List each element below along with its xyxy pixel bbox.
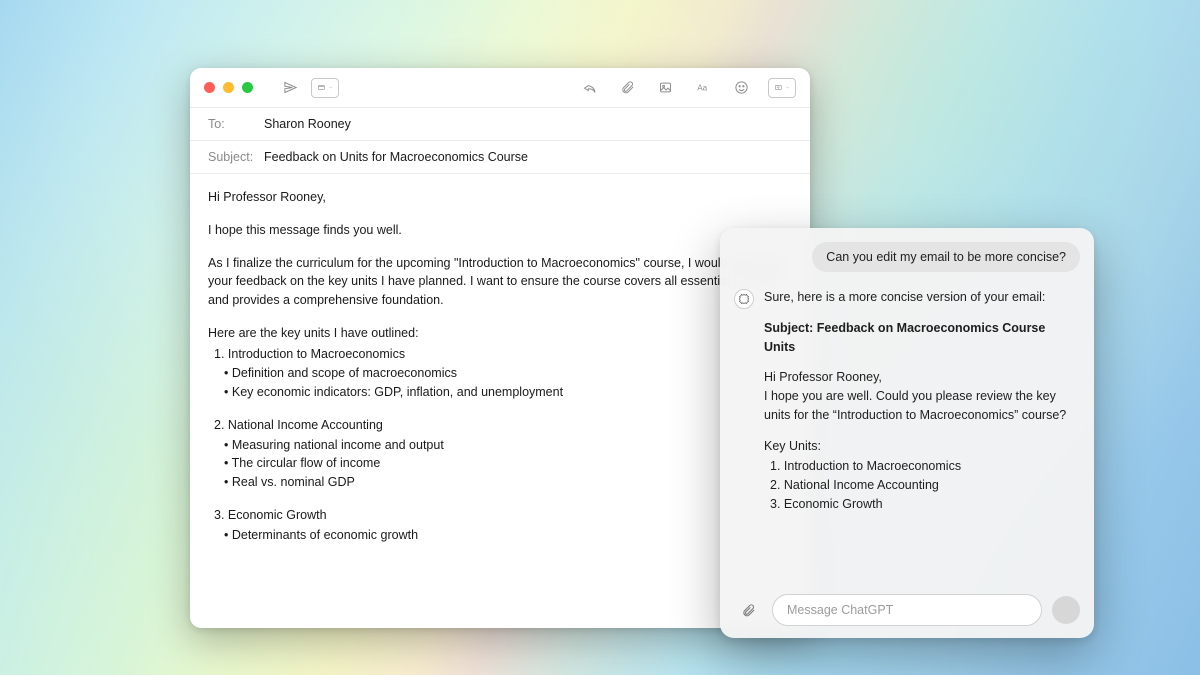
units-lead: Here are the key units I have outlined: xyxy=(208,324,792,343)
minimize-window-button[interactable] xyxy=(223,82,234,93)
chat-input-row xyxy=(734,584,1080,626)
chat-input[interactable] xyxy=(772,594,1042,626)
mail-titlebar: Aa xyxy=(190,68,810,108)
unit-item: Economic Growth Determinants of economic… xyxy=(214,506,792,545)
zoom-window-button[interactable] xyxy=(242,82,253,93)
mail-body-editor[interactable]: Hi Professor Rooney, I hope this message… xyxy=(190,174,810,576)
assistant-units-label: Key Units: xyxy=(764,437,1080,456)
unit-point: Determinants of economic growth xyxy=(224,526,792,545)
unit-point: The circular flow of income xyxy=(224,454,792,473)
subject-field-row[interactable]: Subject: Feedback on Units for Macroecon… xyxy=(190,141,810,174)
unit-title: Economic Growth xyxy=(214,508,327,522)
list-item: National Income Accounting xyxy=(770,476,1080,495)
insert-photo-icon[interactable] xyxy=(654,77,676,99)
chat-scroll-area[interactable]: Can you edit my email to be more concise… xyxy=(734,242,1080,584)
window-controls xyxy=(204,82,253,93)
unit-item: Introduction to Macroeconomics Definitio… xyxy=(214,345,792,402)
media-browser-dropdown[interactable] xyxy=(768,78,796,98)
greeting: Hi Professor Rooney, xyxy=(208,188,792,207)
send-button[interactable] xyxy=(1052,596,1080,624)
assistant-subject-line: Subject: Feedback on Macroeconomics Cour… xyxy=(764,319,1080,357)
attachment-icon[interactable] xyxy=(616,77,638,99)
assistant-intro: Sure, here is a more concise version of … xyxy=(764,288,1080,307)
send-icon[interactable] xyxy=(279,77,301,99)
units-list: Introduction to Macroeconomics Definitio… xyxy=(208,345,792,545)
body-line1: I hope this message finds you well. xyxy=(208,221,792,240)
to-field-row[interactable]: To: Sharon Rooney xyxy=(190,108,810,141)
assistant-para: I hope you are well. Could you please re… xyxy=(764,387,1080,425)
chatgpt-logo-icon xyxy=(734,289,754,309)
emoji-icon[interactable] xyxy=(730,77,752,99)
close-window-button[interactable] xyxy=(204,82,215,93)
subject-value: Feedback on Units for Macroeconomics Cou… xyxy=(264,150,528,164)
svg-text:Aa: Aa xyxy=(697,84,707,93)
assistant-message: Sure, here is a more concise version of … xyxy=(734,288,1080,514)
attach-file-button[interactable] xyxy=(734,596,762,624)
unit-item: National Income Accounting Measuring nat… xyxy=(214,416,792,492)
unit-title: National Income Accounting xyxy=(214,418,383,432)
unit-point: Measuring national income and output xyxy=(224,436,792,455)
unit-point: Key economic indicators: GDP, inflation,… xyxy=(224,383,792,402)
reply-icon[interactable] xyxy=(578,77,600,99)
subject-label: Subject: xyxy=(208,150,256,164)
unit-point: Real vs. nominal GDP xyxy=(224,473,792,492)
to-label: To: xyxy=(208,117,256,131)
unit-title: Introduction to Macroeconomics xyxy=(214,347,405,361)
assistant-units-list: Introduction to Macroeconomics National … xyxy=(764,457,1080,513)
chatgpt-panel: Can you edit my email to be more concise… xyxy=(720,228,1094,638)
body-para1: As I finalize the curriculum for the upc… xyxy=(208,254,792,310)
to-value: Sharon Rooney xyxy=(264,117,351,131)
user-message-bubble: Can you edit my email to be more concise… xyxy=(812,242,1080,272)
format-text-icon[interactable]: Aa xyxy=(692,77,714,99)
mail-compose-window: Aa To: Sharon Rooney Subject: Feedback o… xyxy=(190,68,810,628)
user-message-text: Can you edit my email to be more concise… xyxy=(826,250,1066,264)
list-item: Introduction to Macroeconomics xyxy=(770,457,1080,476)
assistant-greeting: Hi Professor Rooney, xyxy=(764,368,1080,387)
list-item: Economic Growth xyxy=(770,495,1080,514)
header-fields-dropdown[interactable] xyxy=(311,78,339,98)
unit-point: Definition and scope of macroeconomics xyxy=(224,364,792,383)
